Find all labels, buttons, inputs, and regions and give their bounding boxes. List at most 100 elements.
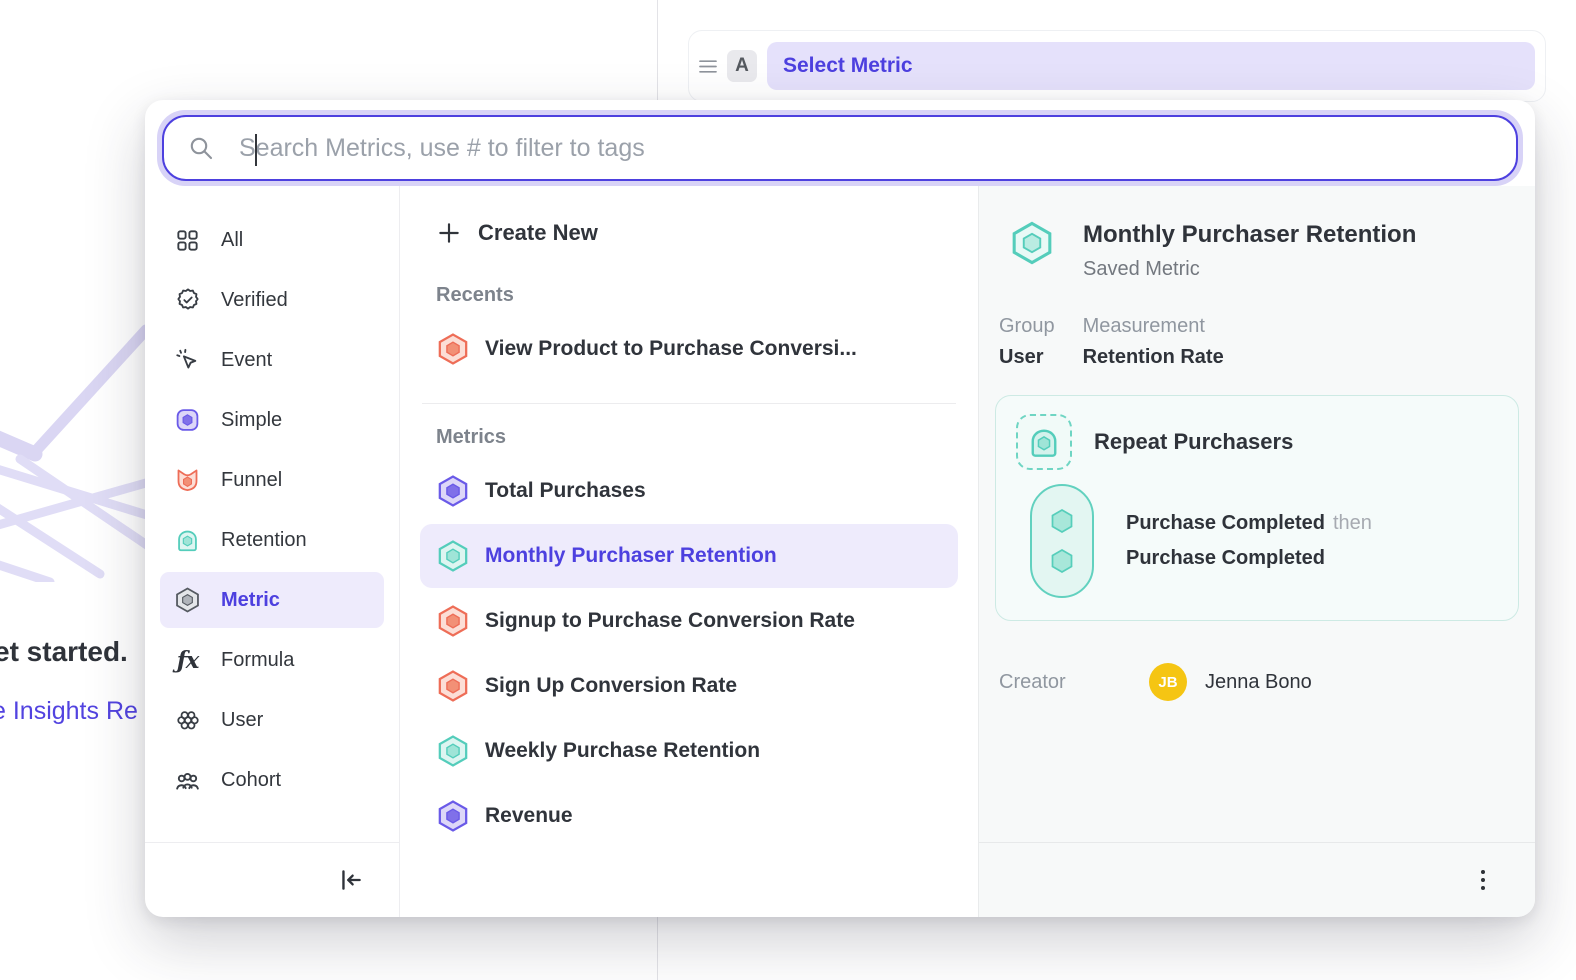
sidebar-item-label: Event — [221, 349, 272, 372]
text-cursor — [255, 134, 257, 166]
sidebar-item-label: Funnel — [221, 469, 282, 492]
list-item-metric-selected[interactable]: Monthly Purchaser Retention — [420, 524, 958, 588]
list-item-metric[interactable]: Signup to Purchase Conversion Rate — [420, 589, 958, 653]
measurement-value: Retention Rate — [1083, 346, 1224, 369]
sidebar-item-label: Simple — [221, 409, 282, 432]
list-item-metric[interactable]: Sign Up Conversion Rate — [420, 654, 958, 718]
drag-handle-icon[interactable] — [699, 59, 717, 74]
list-item-label: Weekly Purchase Retention — [485, 739, 760, 763]
decorative-chart-lines — [0, 322, 168, 582]
plus-icon — [436, 220, 462, 246]
saved-metric-hexagon-icon — [1009, 220, 1055, 266]
details-subtitle: Saved Metric — [1083, 258, 1416, 281]
search-field[interactable] — [162, 115, 1518, 181]
background-heading-fragment: et started. — [0, 636, 128, 668]
list-item-label: Monthly Purchaser Retention — [485, 544, 777, 568]
details-title: Monthly Purchaser Retention — [1083, 220, 1416, 250]
step-line-1: Purchase Completedthen — [1126, 512, 1372, 535]
list-item-metric[interactable]: Revenue — [420, 784, 958, 848]
step-line-2: Purchase Completed — [1126, 547, 1372, 570]
metric-list: Create New Recents View Product to Purch… — [400, 186, 978, 917]
simple-metric-hexagon-icon — [436, 474, 470, 508]
group-value: User — [999, 346, 1055, 369]
list-item-metric[interactable]: Weekly Purchase Retention — [420, 719, 958, 783]
search-focus-ring — [157, 110, 1523, 186]
event-hexagon-icon — [1047, 546, 1077, 576]
sidebar-item-retention[interactable]: Retention — [160, 512, 384, 568]
sidebar-item-label: Metric — [221, 589, 280, 612]
retention-metric-hexagon-icon — [436, 734, 470, 768]
simple-metric-hexagon-icon — [436, 799, 470, 833]
kebab-menu-icon — [1471, 867, 1495, 893]
details-header: Monthly Purchaser Retention Saved Metric — [995, 220, 1519, 281]
then-connector: then — [1333, 512, 1372, 534]
sidebar-item-label: Retention — [221, 529, 307, 552]
formula-icon: ƒx — [174, 647, 201, 674]
filter-sidebar: All Verified Event Simple — [145, 186, 400, 917]
creator-name: Jenna Bono — [1205, 671, 1312, 694]
list-item-label: Revenue — [485, 804, 573, 828]
user-cluster-icon — [174, 707, 201, 734]
measurement-label: Measurement — [1083, 315, 1224, 338]
sidebar-item-label: Cohort — [221, 769, 281, 792]
sidebar-footer — [145, 842, 399, 917]
list-item-metric[interactable]: Total Purchases — [420, 459, 958, 523]
select-metric-bar: A Select Metric — [688, 30, 1546, 102]
sidebar-item-event[interactable]: Event — [160, 332, 384, 388]
sidebar-item-label: Formula — [221, 649, 294, 672]
funnel-icon — [174, 467, 201, 494]
creator-label: Creator — [999, 671, 1149, 694]
list-divider — [422, 403, 956, 404]
list-item-label: Sign Up Conversion Rate — [485, 674, 737, 698]
verified-badge-icon — [174, 287, 201, 314]
cohort-icon — [174, 767, 201, 794]
select-metric-field[interactable]: Select Metric — [767, 42, 1535, 90]
metric-picker-modal: All Verified Event Simple — [145, 100, 1535, 917]
sidebar-item-label: User — [221, 709, 263, 732]
definition-card-title: Repeat Purchasers — [1094, 429, 1293, 455]
list-item-label: Signup to Purchase Conversion Rate — [485, 609, 855, 633]
collapse-sidebar-button[interactable] — [331, 860, 371, 900]
simple-metric-icon — [174, 407, 201, 434]
sidebar-item-cohort[interactable]: Cohort — [160, 752, 384, 808]
metric-hexagon-icon — [174, 587, 201, 614]
recents-section-label: Recents — [420, 284, 958, 307]
search-icon — [188, 135, 215, 162]
funnel-metric-hexagon-icon — [436, 332, 470, 366]
event-sequence-capsule — [1030, 484, 1094, 598]
creator-row: Creator JB Jenna Bono — [999, 663, 1519, 701]
sidebar-item-verified[interactable]: Verified — [160, 272, 384, 328]
metrics-section-label: Metrics — [420, 426, 958, 449]
sidebar-item-funnel[interactable]: Funnel — [160, 452, 384, 508]
more-options-button[interactable] — [1465, 861, 1501, 899]
funnel-metric-hexagon-icon — [436, 669, 470, 703]
sidebar-item-formula[interactable]: ƒx Formula — [160, 632, 384, 688]
metric-details-panel: Monthly Purchaser Retention Saved Metric… — [978, 186, 1535, 917]
background-link-fragment[interactable]: e Insights Re — [0, 697, 138, 726]
event-hexagon-icon — [1047, 506, 1077, 536]
retention-definition-icon — [1016, 414, 1072, 470]
funnel-metric-hexagon-icon — [436, 604, 470, 638]
retention-metric-hexagon-icon — [436, 539, 470, 573]
creator-avatar: JB — [1149, 663, 1187, 701]
list-item-label: Total Purchases — [485, 479, 646, 503]
metric-letter-badge: A — [727, 50, 757, 82]
sidebar-item-all[interactable]: All — [160, 212, 384, 268]
create-new-label: Create New — [478, 220, 598, 246]
search-input[interactable] — [237, 133, 1492, 164]
event-cursor-icon — [174, 347, 201, 374]
grid-icon — [174, 227, 201, 254]
sidebar-item-simple[interactable]: Simple — [160, 392, 384, 448]
sidebar-item-user[interactable]: User — [160, 692, 384, 748]
create-new-button[interactable]: Create New — [420, 204, 958, 262]
group-label: Group — [999, 315, 1055, 338]
sidebar-item-label: All — [221, 229, 243, 252]
sidebar-item-label: Verified — [221, 289, 288, 312]
retention-icon — [174, 527, 201, 554]
sidebar-item-metric[interactable]: Metric — [160, 572, 384, 628]
details-properties: Group Measurement User Retention Rate — [999, 315, 1519, 369]
saved-definition-card: Repeat Purchasers Purchase Completedthen… — [995, 395, 1519, 621]
list-item-recent-metric[interactable]: View Product to Purchase Conversi... — [420, 317, 958, 381]
collapse-left-icon — [337, 866, 365, 894]
list-item-label: View Product to Purchase Conversi... — [485, 337, 857, 361]
